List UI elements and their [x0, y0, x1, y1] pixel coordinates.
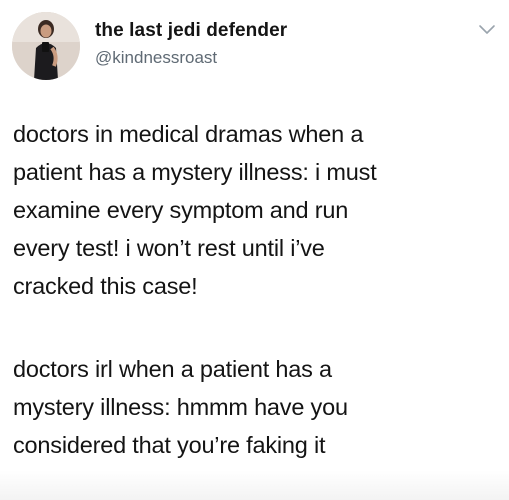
avatar[interactable]	[12, 12, 80, 80]
author-name[interactable]: the last jedi defender	[95, 20, 287, 42]
tweet-line: doctors in medical dramas when a	[13, 121, 364, 147]
author-handle[interactable]: @kindnessroast	[95, 48, 217, 68]
tweet-line: doctors irl when a patient has a	[13, 356, 332, 382]
avatar-image	[12, 12, 80, 80]
tweet-line: cracked this case!	[13, 273, 198, 299]
tweet-line: patient has a mystery illness: i must	[13, 159, 377, 185]
tweet-line: considered that you’re faking it	[13, 432, 326, 458]
bottom-edge	[0, 470, 509, 500]
tweet-line: mystery illness: hmmm have you	[13, 394, 348, 420]
tweet-paragraph-1: doctors in medical dramas when a patient…	[13, 115, 498, 305]
tweet-line: every test! i won’t rest until i’ve	[13, 235, 325, 261]
tweet-line: examine every symptom and run	[13, 197, 349, 223]
tweet-paragraph-2: doctors irl when a patient has a mystery…	[13, 350, 498, 464]
tweet-card: the last jedi defender @kindnessroast do…	[0, 0, 509, 500]
chevron-down-icon[interactable]	[478, 24, 496, 36]
